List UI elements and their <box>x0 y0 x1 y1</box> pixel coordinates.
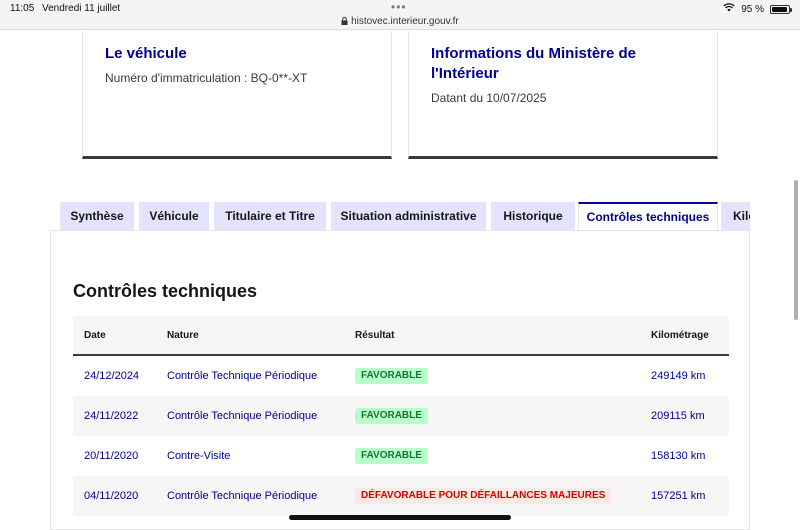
row-nature: Contrôle Technique Périodique <box>167 370 318 382</box>
tab-bar: Synthèse Véhicule Titulaire et Titre Sit… <box>60 202 750 230</box>
status-badge: FAVORABLE <box>355 368 428 385</box>
wifi-icon <box>723 3 735 15</box>
header-nature: Nature <box>167 330 199 341</box>
status-badge: FAVORABLE <box>355 408 428 425</box>
battery-fill <box>772 6 788 12</box>
tab-vehicule[interactable]: Véhicule <box>139 202 209 230</box>
tab-situation[interactable]: Situation administrative <box>331 202 486 230</box>
header-result: Résultat <box>355 330 395 341</box>
vehicle-card: Le véhicule Numéro d'immatriculation : B… <box>82 31 392 159</box>
row-km: 158130 km <box>651 450 706 462</box>
address-bar[interactable]: histovec.interieur.gouv.fr <box>0 16 800 27</box>
row-nature: Contrôle Technique Périodique <box>167 490 318 502</box>
row-nature: Contre-Visite <box>167 450 231 462</box>
row-km: 157251 km <box>651 490 706 502</box>
battery-percent: 95 % <box>741 3 764 15</box>
row-date: 20/11/2020 <box>84 450 139 462</box>
home-indicator[interactable] <box>289 515 511 520</box>
status-time: 11:05 <box>10 3 35 14</box>
tab-synthese[interactable]: Synthèse <box>60 202 134 230</box>
header-km: Kilométrage <box>651 330 709 341</box>
tab-panel: Contrôles techniques Date Nature Résulta… <box>50 230 750 530</box>
url-text: histovec.interieur.gouv.fr <box>351 16 459 27</box>
table-row: 24/11/2022 Contrôle Technique Périodique… <box>73 396 729 436</box>
lock-icon <box>341 16 351 27</box>
more-dots-icon[interactable]: ••• <box>391 0 407 14</box>
status-date: Vendredi 11 juillet <box>42 3 121 14</box>
header-date: Date <box>84 330 106 341</box>
ministry-card: Informations du Ministère de l'Intérieur… <box>408 31 718 159</box>
tab-kilometrage[interactable]: Kilo <box>721 202 750 230</box>
row-km: 249149 km <box>651 370 706 382</box>
row-nature: Contrôle Technique Périodique <box>167 410 318 422</box>
registration-number: Numéro d'immatriculation : BQ-0**-XT <box>105 71 308 85</box>
table-row: 24/12/2024 Contrôle Technique Périodique… <box>73 356 729 396</box>
tab-controles-techniques[interactable]: Contrôles techniques <box>578 202 718 230</box>
page-scrollbar[interactable] <box>794 180 798 320</box>
section-title: Contrôles techniques <box>73 281 258 301</box>
status-badge: FAVORABLE <box>355 448 428 465</box>
ministry-card-title: Informations du Ministère de l'Intérieur <box>431 45 637 82</box>
row-date: 04/11/2020 <box>84 490 139 502</box>
status-badge: DÉFAVORABLE POUR DÉFAILLANCES MAJEURES <box>355 488 612 505</box>
row-date: 24/12/2024 <box>84 370 140 382</box>
table-row: 20/11/2020 Contre-Visite FAVORABLE 15813… <box>73 436 729 476</box>
ios-status-bar: 11:05 Vendredi 11 juillet ••• histovec.i… <box>0 0 800 30</box>
row-date: 24/11/2022 <box>84 410 139 422</box>
table-header: Date Nature Résultat Kilométrage <box>73 316 729 356</box>
controls-table: Date Nature Résultat Kilométrage 24/12/2… <box>73 316 729 516</box>
row-km: 209115 km <box>651 410 705 422</box>
tab-historique[interactable]: Historique <box>491 202 575 230</box>
ministry-date: Datant du 10/07/2025 <box>431 91 547 105</box>
vehicle-card-title: Le véhicule <box>105 45 187 62</box>
tab-titulaire[interactable]: Titulaire et Titre <box>214 202 326 230</box>
table-row: 04/11/2020 Contrôle Technique Périodique… <box>73 476 729 516</box>
battery-icon <box>770 4 792 14</box>
